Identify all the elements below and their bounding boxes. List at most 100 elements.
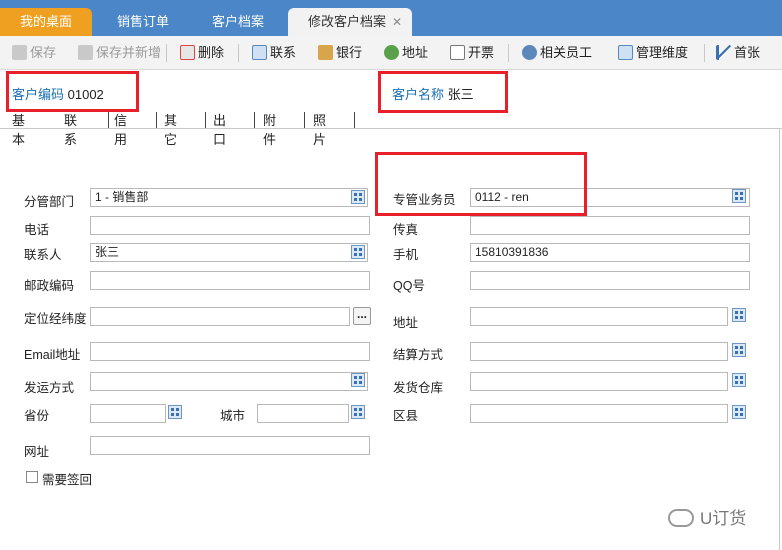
first-record-label: 首张 xyxy=(734,45,761,60)
district-field[interactable] xyxy=(470,404,728,423)
toolbar-divider xyxy=(508,44,509,62)
toolbar: 保存 保存并新增 删除 联系 银行 地址 开票 相关员工 管理维度 首张 xyxy=(0,36,782,70)
geo-field[interactable] xyxy=(90,307,350,326)
province-label: 省份 xyxy=(24,409,50,423)
watermark: U订货 xyxy=(668,504,746,529)
contact-person-picker-icon[interactable] xyxy=(351,245,365,259)
dimension-icon xyxy=(618,45,633,60)
phone-field[interactable] xyxy=(90,216,370,235)
save-button[interactable]: 保存 xyxy=(12,36,56,70)
dimension-label: 管理维度 xyxy=(636,45,689,60)
form-tab-divider xyxy=(108,112,109,128)
invoice-button[interactable]: 开票 xyxy=(450,36,494,70)
address-picker-icon[interactable] xyxy=(732,308,746,322)
delete-label: 删除 xyxy=(198,45,225,60)
dept-field[interactable]: 1 - 销售部 xyxy=(90,188,368,207)
save-new-icon xyxy=(78,45,93,60)
zip-label: 邮政编码 xyxy=(24,279,75,293)
qq-field[interactable] xyxy=(470,271,750,290)
highlight-customer-code xyxy=(6,71,139,112)
geo-label: 定位经纬度 xyxy=(24,312,87,326)
district-label: 区县 xyxy=(393,409,419,423)
need-signback-checkbox[interactable] xyxy=(26,471,38,483)
city-field[interactable] xyxy=(257,404,349,423)
salesperson-picker-icon[interactable] xyxy=(732,189,746,203)
need-signback-label: 需要签回 xyxy=(42,473,93,487)
invoice-icon xyxy=(450,45,465,60)
address-field[interactable] xyxy=(470,307,728,326)
first-record-button[interactable]: 首张 xyxy=(716,36,760,70)
toolbar-divider xyxy=(704,44,705,62)
save-new-label: 保存并新增 xyxy=(96,45,162,60)
highlight-customer-name xyxy=(378,71,508,113)
toolbar-divider xyxy=(166,44,167,62)
tab-edit-customer-label: 修改客户档案 xyxy=(308,14,387,29)
people-icon xyxy=(522,45,537,60)
delete-icon xyxy=(180,45,195,60)
wechat-icon xyxy=(668,509,694,527)
first-record-icon xyxy=(716,45,731,60)
phone-label: 电话 xyxy=(24,223,50,237)
highlight-salesperson xyxy=(375,152,587,216)
warehouse-label: 发货仓库 xyxy=(393,381,444,395)
form-tab-divider xyxy=(156,112,157,128)
settlement-picker-icon[interactable] xyxy=(732,343,746,357)
settlement-field[interactable] xyxy=(470,342,728,361)
contact-person-field[interactable]: 张三 xyxy=(90,243,368,262)
address-button[interactable]: 地址 xyxy=(384,36,428,70)
tab-home[interactable]: 我的桌面 xyxy=(0,8,92,36)
save-new-button[interactable]: 保存并新增 xyxy=(78,36,161,70)
tab-strip: 我的桌面 销售订单 客户档案 修改客户档案 ✕ xyxy=(0,0,782,36)
dimension-button[interactable]: 管理维度 xyxy=(618,36,688,70)
province-field[interactable] xyxy=(90,404,166,423)
contact-person-label: 联系人 xyxy=(24,248,62,262)
settlement-label: 结算方式 xyxy=(393,348,444,362)
contact-label: 联系 xyxy=(270,45,297,60)
district-picker-icon[interactable] xyxy=(732,405,746,419)
close-icon[interactable]: ✕ xyxy=(392,8,402,36)
contact-button[interactable]: 联系 xyxy=(252,36,296,70)
tab-customer-file[interactable]: 客户档案 xyxy=(192,8,284,36)
email-field[interactable] xyxy=(90,342,370,361)
shipping-label: 发运方式 xyxy=(24,381,75,395)
globe-icon xyxy=(384,45,399,60)
bank-label: 银行 xyxy=(336,45,363,60)
fax-label: 传真 xyxy=(393,223,419,237)
shipping-picker-icon[interactable] xyxy=(351,373,365,387)
staff-button[interactable]: 相关员工 xyxy=(522,36,592,70)
warehouse-field[interactable] xyxy=(470,372,728,391)
form-tab-divider xyxy=(254,112,255,128)
save-label: 保存 xyxy=(30,45,57,60)
mobile-field[interactable]: 15810391836 xyxy=(470,243,750,262)
form-tab-divider xyxy=(304,112,305,128)
panel-border xyxy=(779,128,780,550)
city-label: 城市 xyxy=(220,409,246,423)
form-tab-divider xyxy=(354,112,355,128)
city-picker-icon[interactable] xyxy=(351,405,365,419)
address-label: 地址 xyxy=(393,316,419,330)
save-icon xyxy=(12,45,27,60)
tab-edit-customer[interactable]: 修改客户档案 ✕ xyxy=(288,8,412,36)
website-field[interactable] xyxy=(90,436,370,455)
geo-browse-button[interactable]: ... xyxy=(353,307,371,325)
address-label: 地址 xyxy=(402,45,429,60)
dept-label: 分管部门 xyxy=(24,195,75,209)
contact-card-icon xyxy=(252,45,267,60)
tab-sales-order[interactable]: 销售订单 xyxy=(96,8,190,36)
staff-label: 相关员工 xyxy=(540,45,593,60)
delete-button[interactable]: 删除 xyxy=(180,36,224,70)
bank-button[interactable]: 银行 xyxy=(318,36,362,70)
mobile-label: 手机 xyxy=(393,248,419,262)
qq-label: QQ号 xyxy=(393,279,425,293)
bank-icon xyxy=(318,45,333,60)
invoice-label: 开票 xyxy=(468,45,495,60)
province-picker-icon[interactable] xyxy=(168,405,182,419)
fax-field[interactable] xyxy=(470,216,750,235)
warehouse-picker-icon[interactable] xyxy=(732,373,746,387)
form-tab-divider xyxy=(205,112,206,128)
watermark-text: U订货 xyxy=(700,509,747,528)
email-label: Email地址 xyxy=(24,348,81,362)
zip-field[interactable] xyxy=(90,271,370,290)
shipping-field[interactable] xyxy=(90,372,368,391)
dept-picker-icon[interactable] xyxy=(351,190,365,204)
